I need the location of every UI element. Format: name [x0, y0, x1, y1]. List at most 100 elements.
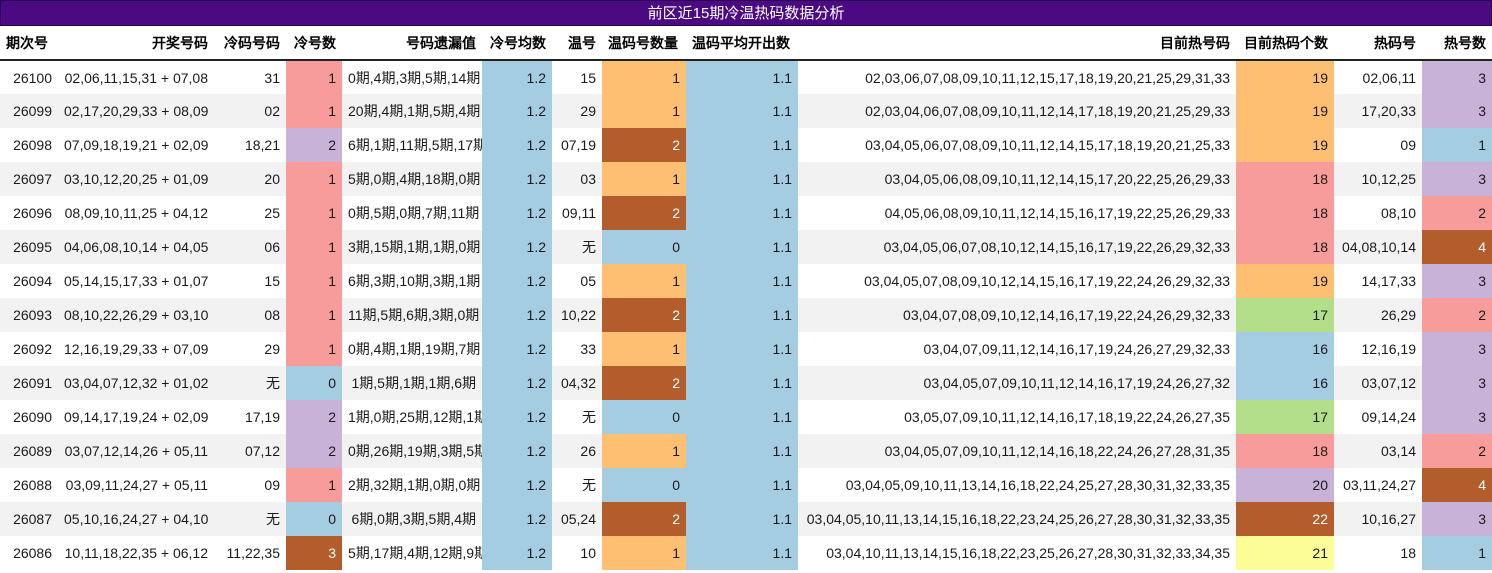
miss-cell: 20期,4期,1期,5期,4期 [342, 94, 482, 128]
warm-count-cell: 0 [602, 230, 686, 264]
header-miss: 号码遗漏值 [342, 26, 482, 61]
hot-count-cell: 19 [1236, 60, 1334, 94]
miss-cell: 11期,5期,6期,3期,0期 [342, 298, 482, 332]
warm-count-cell: 1 [602, 60, 686, 94]
hot-code-cell: 08,10 [1380, 205, 1416, 221]
warm-cell: 10 [580, 545, 596, 561]
cold-avg-cell: 1.2 [482, 264, 552, 298]
warm-cell: 无 [582, 409, 596, 425]
hot-count-cell: 16 [1236, 366, 1334, 400]
cold-avg-cell: 1.2 [482, 400, 552, 434]
hot-k-cell: 1 [1422, 128, 1492, 162]
issue-cell: 26092 [13, 341, 52, 357]
table-row: 26087 05,10,16,24,27 + 04,10 无 0 6期,0期,3期,5期… [0, 502, 1492, 536]
warm-count-cell: 2 [602, 298, 686, 332]
issue-cell: 26095 [0, 230, 58, 264]
cold-cell: 02 [214, 94, 286, 128]
draw-cell: 04,06,08,10,14 + 04,05 [58, 230, 214, 264]
hot-k-cell: 2 [1422, 196, 1492, 230]
warm-cell: 无 [582, 477, 596, 493]
warm-count-cell: 1 [602, 94, 686, 128]
issue-cell: 26086 [13, 545, 52, 561]
issue-cell: 26089 [0, 434, 58, 468]
warm-avg-cell: 1.1 [686, 196, 798, 230]
header-hot: 目前热号码 [798, 26, 1236, 61]
warm-cell: 26 [552, 434, 602, 468]
warm-avg-cell: 1.1 [686, 230, 798, 264]
cold-cell: 08 [214, 298, 286, 332]
warm-count-cell: 1 [602, 434, 686, 468]
miss-cell: 2期,32期,1期,0期,0期 [348, 477, 481, 493]
hot-k-cell: 3 [1422, 332, 1492, 366]
cold-avg-cell: 1.2 [482, 128, 552, 162]
miss-cell: 6期,3期,10期,3期,1期 [348, 273, 481, 289]
draw-cell: 09,14,17,19,24 + 02,09 [64, 409, 209, 425]
miss-cell: 1期,5期,1期,1期,6期 [342, 366, 482, 400]
draw-cell: 02,17,20,29,33 + 08,09 [58, 94, 214, 128]
cold-count-cell: 1 [286, 162, 342, 196]
hot-count-cell: 16 [1236, 332, 1334, 366]
table-row: 26093 08,10,22,26,29 + 03,10 08 1 11期,5期,6期,… [0, 298, 1492, 332]
table-row: 26086 10,11,18,22,35 + 06,12 11,22,35 3 5期,1… [0, 536, 1492, 570]
issue-cell: 26088 [13, 477, 52, 493]
hot-k-cell: 4 [1422, 468, 1492, 502]
cold-cell: 无 [214, 502, 286, 536]
hot-cell: 03,04,05,07,09,10,11,12,14,16,17,19,24,2… [798, 366, 1236, 400]
hot-k-cell: 2 [1422, 434, 1492, 468]
cold-count-cell: 1 [286, 60, 342, 94]
cold-avg-cell: 1.2 [482, 468, 552, 502]
hot-k-cell: 3 [1422, 94, 1492, 128]
hot-k-cell: 3 [1422, 366, 1492, 400]
miss-cell: 0期,5期,0期,7期,11期 [348, 205, 480, 221]
table-row: 26088 03,09,11,24,27 + 05,11 09 1 2期,32期,1期,… [0, 468, 1492, 502]
miss-cell: 6期,1期,11期,5期,17期 [348, 137, 482, 153]
warm-count-cell: 0 [602, 400, 686, 434]
warm-cell: 09,11 [562, 205, 596, 221]
hot-code-cell: 18 [1400, 545, 1416, 561]
cold-cell: 06 [214, 230, 286, 264]
issue-cell: 26098 [13, 137, 52, 153]
cold-cell: 09 [264, 477, 280, 493]
cold-avg-cell: 1.2 [482, 162, 552, 196]
draw-cell: 07,09,18,19,21 + 02,09 [64, 137, 209, 153]
hot-cell: 03,04,10,11,13,14,15,16,18,22,23,25,26,2… [826, 545, 1230, 561]
hot-count-cell: 18 [1236, 230, 1334, 264]
header-cold: 冷码号码 [214, 26, 286, 61]
hot-count-cell: 19 [1236, 264, 1334, 298]
hot-code-cell: 03,14 [1334, 434, 1422, 468]
header-hot-count: 目前热码个数 [1236, 26, 1334, 61]
header-cold-count: 冷号数 [286, 26, 342, 61]
issue-cell: 26099 [0, 94, 58, 128]
miss-cell: 1期,0期,25期,12期,1期 [348, 409, 482, 425]
hot-k-cell: 3 [1422, 60, 1492, 94]
warm-avg-cell: 1.1 [686, 298, 798, 332]
header-warm-count: 温码号数量 [602, 26, 686, 61]
cold-count-cell: 2 [286, 434, 342, 468]
miss-cell: 0期,26期,19期,3期,5期 [342, 434, 482, 468]
warm-count-cell: 1 [602, 162, 686, 196]
hot-count-cell: 18 [1236, 196, 1334, 230]
hot-count-cell: 20 [1236, 468, 1334, 502]
table-row: 26099 02,17,20,29,33 + 08,09 02 1 20期,4期,1期,… [0, 94, 1492, 128]
hot-count-cell: 19 [1236, 94, 1334, 128]
issue-cell: 26093 [0, 298, 58, 332]
hot-cell: 03,04,07,08,09,10,12,14,16,17,19,22,24,2… [798, 298, 1236, 332]
hot-code-cell: 14,17,33 [1361, 273, 1417, 289]
hot-cell: 02,03,06,07,08,09,10,11,12,15,17,18,19,2… [865, 69, 1230, 86]
warm-cell: 07,19 [560, 137, 596, 153]
hot-code-cell: 04,08,10,14 [1334, 230, 1422, 264]
warm-count-cell: 1 [602, 332, 686, 366]
miss-cell: 3期,15期,1期,1期,0期 [342, 230, 482, 264]
draw-cell: 02,06,11,15,31 + 07,08 [64, 69, 208, 86]
issue-cell: 26097 [0, 162, 58, 196]
cold-avg-cell: 1.2 [482, 298, 552, 332]
warm-avg-cell: 1.1 [686, 162, 798, 196]
hot-cell: 03,04,05,06,08,09,10,11,12,14,15,17,20,2… [798, 162, 1236, 196]
issue-cell: 26096 [13, 205, 52, 221]
warm-avg-cell: 1.1 [686, 400, 798, 434]
warm-avg-cell: 1.1 [686, 468, 798, 502]
hot-cell: 03,04,05,07,09,10,11,12,14,16,18,22,24,2… [798, 434, 1236, 468]
warm-count-cell: 1 [602, 264, 686, 298]
hot-code-cell: 09,14,24 [1361, 409, 1417, 425]
draw-cell: 03,04,07,12,32 + 01,02 [58, 366, 214, 400]
